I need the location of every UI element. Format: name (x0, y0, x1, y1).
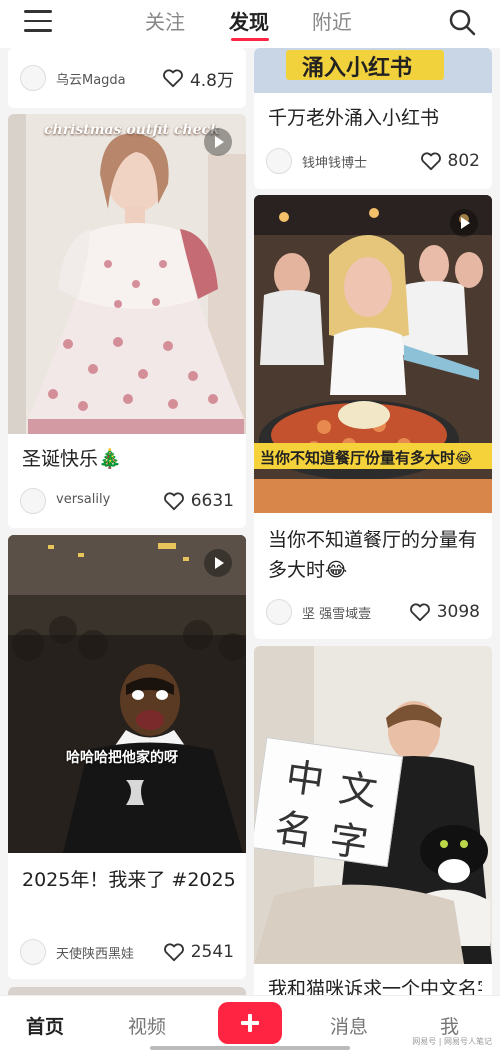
like-count: 3098 (436, 602, 480, 622)
heart-icon (409, 603, 430, 622)
nav-video[interactable]: 视频 (128, 1012, 166, 1039)
note-card[interactable] (8, 987, 246, 995)
note-cover-image: christmas outfit check (8, 114, 246, 434)
author-name[interactable]: 天使陕西黑娃 (56, 943, 134, 962)
avatar[interactable] (20, 65, 46, 91)
cover-illustration (8, 535, 246, 853)
card-meta: 坚 强雪域壹 3098 (266, 599, 480, 627)
cover-caption: christmas outfit check (44, 122, 220, 138)
heart-icon (420, 152, 441, 171)
nav-messages[interactable]: 消息 (330, 1012, 368, 1039)
note-feed[interactable]: 乌云Magda 4.8万 christmas outfit check 圣诞快乐… (0, 48, 500, 995)
menu-icon[interactable] (24, 10, 52, 32)
author-name[interactable]: 钱坤钱博士 (302, 152, 367, 171)
like-count: 6631 (190, 491, 234, 511)
author-name[interactable]: versalily (56, 492, 110, 507)
like-button[interactable]: 4.8万 (162, 66, 234, 91)
heart-icon (163, 69, 183, 88)
like-count: 2541 (190, 942, 234, 962)
home-indicator (150, 1046, 350, 1050)
heart-icon (163, 943, 184, 962)
note-cover-image: 中 文 名 字 (254, 646, 492, 964)
cover-illustration (8, 114, 246, 434)
card-meta: versalily 6631 (20, 488, 234, 516)
sign-char: 字 (326, 816, 371, 866)
like-count: 4.8万 (189, 70, 234, 91)
sign-paper: 中 文 名 字 (254, 736, 404, 868)
note-cover-image: 哈哈哈把他家的呀 (8, 535, 246, 853)
cover-caption: 涌入小红书 (302, 56, 413, 81)
cover-caption: 当你不知道餐厅份量有多大时😂 (260, 449, 473, 467)
note-card[interactable]: christmas outfit check 圣诞快乐🎄 versalily 6… (8, 114, 246, 528)
play-icon (450, 209, 478, 237)
sign-char: 中 (283, 754, 327, 804)
top-bar: 关注 发现 附近 (0, 0, 500, 48)
note-title[interactable]: 我和猫咪诉求一个中文名字 (268, 974, 482, 995)
note-cover-image: 涌入小红书 (254, 48, 492, 93)
tab-follow[interactable]: 关注 (145, 6, 185, 35)
avatar[interactable] (20, 939, 46, 965)
note-title[interactable]: 当你不知道餐厅的分量有多大时😂 (268, 525, 482, 585)
nav-me[interactable]: 我 (440, 1012, 459, 1039)
note-cover-image: 当你不知道餐厅份量有多大时😂 (254, 195, 492, 513)
avatar[interactable] (266, 148, 292, 174)
sign-char: 名 (271, 805, 316, 855)
avatar[interactable] (20, 488, 46, 514)
active-tab-indicator (231, 38, 269, 41)
note-card[interactable]: 哈哈哈把他家的呀 2025年！我来了 #2025 天使陕西黑娃 2541 (8, 535, 246, 979)
note-card[interactable]: 乌云Magda 4.8万 (8, 48, 246, 108)
note-card[interactable]: 中 文 名 字 我和猫咪诉求一个中文名字 (254, 646, 492, 995)
like-button[interactable]: 2541 (163, 940, 234, 964)
note-title[interactable]: 圣诞快乐🎄 (22, 444, 236, 474)
search-icon[interactable] (448, 8, 476, 36)
note-title[interactable]: 2025年！我来了 #2025 (22, 865, 236, 895)
card-meta: 钱坤钱博士 802 (266, 148, 480, 176)
play-icon (204, 128, 232, 156)
add-note-button[interactable] (218, 1002, 282, 1044)
play-icon (204, 549, 232, 577)
sign-char: 文 (336, 765, 380, 815)
note-card[interactable]: 当你不知道餐厅份量有多大时😂 当你不知道餐厅的分量有多大时😂 坚 强雪域壹 30… (254, 195, 492, 639)
card-meta: 乌云Magda 4.8万 (20, 65, 234, 93)
like-button[interactable]: 6631 (163, 489, 234, 513)
tab-nearby[interactable]: 附近 (312, 6, 352, 35)
note-card[interactable]: 涌入小红书 千万老外涌入小红书 钱坤钱博士 802 (254, 48, 492, 189)
card-meta: 天使陕西黑娃 2541 (20, 939, 234, 967)
watermark: 网易号 | 网易号人笔记 (412, 1037, 492, 1046)
nav-home[interactable]: 首页 (26, 1012, 64, 1039)
author-name[interactable]: 乌云Magda (56, 69, 126, 88)
avatar[interactable] (266, 599, 292, 625)
note-title[interactable]: 千万老外涌入小红书 (268, 103, 482, 133)
like-button[interactable]: 802 (420, 149, 480, 173)
like-count: 802 (447, 151, 480, 171)
like-button[interactable]: 3098 (409, 600, 480, 624)
heart-icon (163, 492, 184, 511)
note-cover-image (8, 987, 246, 995)
author-name[interactable]: 坚 强雪域壹 (302, 603, 371, 622)
tab-discover[interactable]: 发现 (229, 6, 269, 35)
cover-caption: 哈哈哈把他家的呀 (66, 750, 178, 766)
